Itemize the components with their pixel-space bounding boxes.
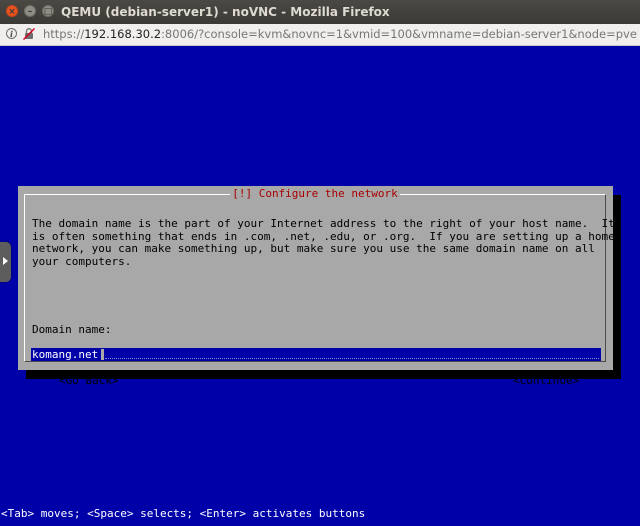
window-title: QEMU (debian-server1) - noVNC - Mozilla … bbox=[61, 5, 390, 19]
dialog-title: [!] Configure the network bbox=[25, 187, 605, 201]
url-scheme: https:// bbox=[43, 27, 85, 41]
window-titlebar: × – □ QEMU (debian-server1) - noVNC - Mo… bbox=[0, 0, 640, 24]
url-host: 192.168.30.2 bbox=[84, 27, 162, 41]
url-bar[interactable]: i https://192.168.30.2:8006/?console=kvm… bbox=[0, 24, 640, 46]
url-path: :8006/?console=kvm&novnc=1&vmid=100&vmna… bbox=[161, 27, 637, 41]
continue-button[interactable]: <Continue> bbox=[513, 374, 579, 388]
close-window-button[interactable]: × bbox=[6, 5, 18, 17]
configure-network-dialog: [!] Configure the network The domain nam… bbox=[18, 186, 615, 387]
insecure-lock-icon[interactable] bbox=[22, 27, 36, 41]
domain-name-input[interactable]: komang.net bbox=[31, 348, 601, 361]
text-cursor bbox=[101, 349, 104, 360]
input-fill-line bbox=[105, 358, 599, 359]
novnc-control-bar-handle[interactable] bbox=[0, 242, 11, 282]
site-info-icon[interactable]: i bbox=[6, 28, 17, 39]
minimize-window-button[interactable]: – bbox=[24, 5, 36, 17]
vnc-console[interactable]: [!] Configure the network The domain nam… bbox=[0, 46, 640, 526]
domain-name-description: The domain name is the part of your Inte… bbox=[32, 217, 615, 268]
domain-name-value: komang.net bbox=[32, 348, 99, 361]
dialog-title-text: [!] Configure the network bbox=[230, 187, 400, 200]
maximize-window-button[interactable]: □ bbox=[42, 5, 54, 17]
go-back-button[interactable]: <Go Back> bbox=[59, 374, 119, 388]
keyboard-help-line: <Tab> moves; <Space> selects; <Enter> ac… bbox=[1, 507, 366, 520]
domain-name-label: Domain name: bbox=[32, 323, 112, 336]
url-text[interactable]: https://192.168.30.2:8006/?console=kvm&n… bbox=[43, 24, 637, 45]
chevron-right-icon bbox=[3, 257, 8, 265]
